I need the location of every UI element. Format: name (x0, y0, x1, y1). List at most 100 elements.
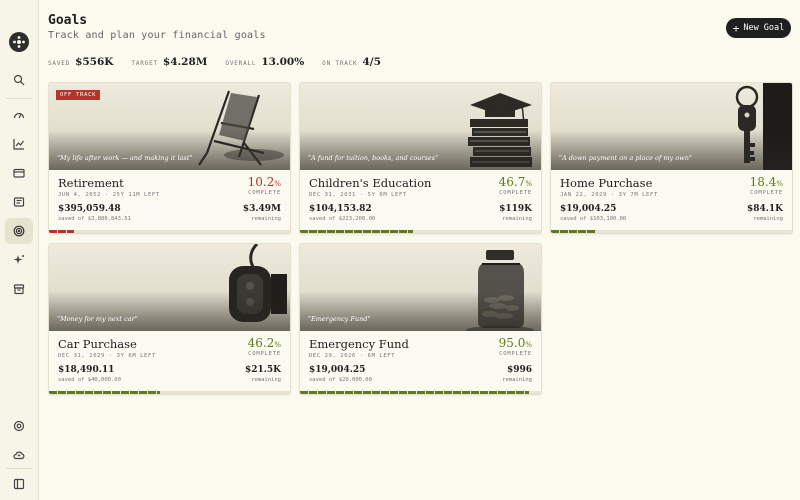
goal-quote: "My life after work — and making it last… (57, 154, 193, 162)
compass-logo-icon[interactable] (9, 32, 29, 52)
goal-saved: $19,004.25 (560, 204, 617, 214)
goal-name: Emergency Fund (309, 337, 409, 351)
goal-percent: 18.4% (749, 175, 783, 189)
goal-name: Children's Education (309, 176, 432, 190)
progress-bar (300, 391, 541, 394)
goal-remaining: $119K (499, 204, 532, 214)
goal-saved: $395,059.48 (58, 204, 121, 214)
settings-icon[interactable] (5, 414, 33, 438)
stat-value: $4.28M (162, 56, 208, 68)
goal-image-car-key: "Money for my next car" (49, 244, 290, 331)
goal-percent-value: 95.0 (498, 336, 526, 350)
goal-complete-label: COMPLETE (248, 190, 281, 196)
goal-remaining-label: remaining (753, 216, 783, 222)
goal-saved: $104,153.82 (309, 204, 372, 214)
goal-name: Home Purchase (560, 176, 653, 190)
stat-overall: OVERALL 13.00% (225, 56, 304, 68)
progress-bar (49, 230, 290, 233)
plus-icon: + (732, 21, 740, 35)
goal-percent-value: 10.2 (247, 175, 275, 189)
page-title: Goals (48, 13, 88, 28)
stat-on-track: ON TRACK 4/5 (322, 56, 381, 68)
progress-fill (300, 230, 413, 233)
goal-quote: "A down payment on a place of my own" (559, 154, 692, 162)
receipt-icon[interactable] (5, 190, 33, 214)
goal-percent: 46.2% (247, 336, 281, 350)
stat-label: TARGET (131, 60, 158, 67)
goal-complete-label: COMPLETE (499, 190, 532, 196)
line-chart-icon[interactable] (5, 132, 33, 156)
goal-image-house-key: "A down payment on a place of my own" (551, 83, 792, 170)
goal-percent: 95.0% (498, 336, 532, 350)
stat-value: $556K (75, 56, 114, 68)
goal-saved-of: saved of $223,200.00 (309, 216, 376, 222)
progress-fill (49, 230, 74, 233)
page-subtitle: Track and plan your financial goals (48, 30, 266, 41)
goal-date: JUN 4, 2052 · 25Y 11M LEFT (58, 192, 160, 198)
stat-label: OVERALL (225, 60, 257, 67)
goal-name: Car Purchase (58, 337, 137, 351)
goal-quote: "A fund for tuition, books, and courses" (308, 154, 439, 162)
progress-bar (300, 230, 541, 233)
archive-icon[interactable] (5, 277, 33, 301)
goal-remaining-label: remaining (251, 377, 281, 383)
search-icon[interactable] (5, 68, 33, 92)
stat-target: TARGET $4.28M (131, 56, 207, 68)
sparkle-icon[interactable] (5, 248, 33, 272)
goal-complete-label: COMPLETE (248, 351, 281, 357)
stat-value: 4/5 (362, 56, 381, 68)
goal-remaining-label: remaining (502, 216, 532, 222)
off-track-badge: OFF TRACK (56, 90, 101, 100)
progress-fill (300, 391, 529, 394)
goal-date: JAN 22, 2029 · 3Y 7M LEFT (560, 192, 658, 198)
goal-date: DEC 29, 2026 · 6M LEFT (309, 353, 396, 359)
sidebar (0, 0, 39, 500)
cloud-sync-icon[interactable] (5, 443, 33, 467)
goal-complete-label: COMPLETE (750, 190, 783, 196)
stat-label: SAVED (48, 60, 71, 67)
progress-bar (49, 391, 290, 394)
goal-complete-label: COMPLETE (499, 351, 532, 357)
goal-remaining: $3.49M (242, 204, 281, 214)
goal-percent: 46.7% (498, 175, 532, 189)
goal-card-retirement[interactable]: OFF TRACK "My life after work — and maki… (48, 82, 291, 234)
goal-percent-value: 18.4 (749, 175, 777, 189)
goal-remaining: $996 (506, 365, 532, 375)
goal-remaining-label: remaining (502, 377, 532, 383)
goal-remaining: $84.1K (746, 204, 783, 214)
goal-remaining-label: remaining (251, 216, 281, 222)
goal-saved-of: saved of $40,000.00 (58, 377, 121, 383)
goal-percent-value: 46.2 (247, 336, 275, 350)
progress-bar (551, 230, 792, 233)
progress-fill (49, 391, 161, 394)
target-icon[interactable] (5, 218, 33, 244)
goal-card-childrens-education[interactable]: "A fund for tuition, books, and courses"… (299, 82, 542, 234)
goal-image-beach-chair: OFF TRACK "My life after work — and maki… (49, 83, 290, 170)
goal-date: DEC 31, 2029 · 3Y 6M LEFT (58, 353, 156, 359)
goal-saved: $18,490.11 (58, 365, 115, 375)
wallet-icon[interactable] (5, 161, 33, 185)
goal-percent-value: 46.7 (498, 175, 526, 189)
goal-name: Retirement (58, 176, 124, 190)
goal-saved-of: saved of $20,000.00 (309, 377, 372, 383)
goal-saved-of: saved of $3,880,843.51 (58, 216, 131, 222)
goal-date: DEC 31, 2031 · 5Y 6M LEFT (309, 192, 407, 198)
new-goal-button[interactable]: + New Goal (726, 18, 791, 38)
stat-saved: SAVED $556K (48, 56, 113, 68)
goal-quote: "Money for my next car" (57, 315, 138, 323)
goal-card-emergency-fund[interactable]: "Emergency Fund" Emergency Fund DEC 29, … (299, 243, 542, 395)
stat-label: ON TRACK (322, 60, 358, 67)
goal-card-car-purchase[interactable]: "Money for my next car" Car Purchase DEC… (48, 243, 291, 395)
goal-quote: "Emergency Fund" (308, 315, 371, 323)
summary-stats: SAVED $556K TARGET $4.28M OVERALL 13.00%… (48, 56, 399, 70)
progress-fill (551, 230, 596, 233)
goal-saved-of: saved of $103,100.00 (560, 216, 627, 222)
gauge-icon[interactable] (5, 103, 33, 127)
goal-saved: $19,004.25 (309, 365, 366, 375)
goal-percent: 10.2% (247, 175, 281, 189)
goal-remaining: $21.5K (244, 365, 281, 375)
sidebar-toggle-icon[interactable] (5, 472, 33, 496)
goal-card-home-purchase[interactable]: "A down payment on a place of my own" Ho… (550, 82, 793, 234)
stat-value: 13.00% (261, 56, 305, 68)
goal-image-coin-jar: "Emergency Fund" (300, 244, 541, 331)
